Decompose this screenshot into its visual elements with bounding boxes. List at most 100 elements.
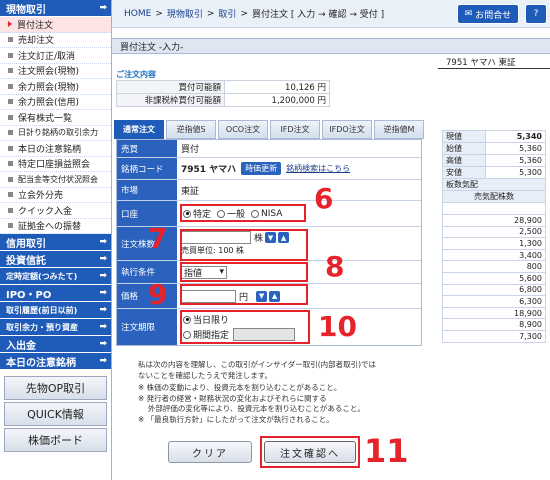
search-link[interactable]: 銘柄検索はこちら [286,163,350,174]
sidebar-item-quick-deposit[interactable]: クイック入金 [0,203,111,219]
sidebar-section-assets[interactable]: 取引余力・預り資産 ➡ [0,319,111,336]
disclaimer: 私は次の内容を理解し、この取引がインサイダー取引(内部者取引)では ないことを確… [138,360,377,424]
highlight-box-term [180,310,310,344]
help-button[interactable]: ? [525,4,547,24]
refresh-button[interactable]: 時価更新 [241,162,282,175]
bullet-icon [8,176,13,182]
breadcrumb-sep: > [206,8,215,19]
sidebar-item-sell-order[interactable]: 売却注文 [0,33,111,48]
bullet-icon [8,207,13,213]
row-code: 銘柄コード 7951 ヤマハ 時価更新 銘柄検索はこちら [117,158,421,180]
order-type-tabs: 通常注文 逆指値S OCO注文 IFD注文 IFDO注文 逆指値M [114,120,424,139]
sidebar-item-dividend[interactable]: 配当金等交付状況照会 [0,172,111,188]
arrow-right-icon: ➡ [99,356,107,366]
sidebar-section-caution[interactable]: 本日の注意銘柄 ➡ [0,353,111,370]
table-row: 18,900 [442,306,546,320]
table-row: 6,800 [442,283,546,297]
table-row: 1,300 [442,237,546,250]
sidebar-item-holdings[interactable]: 保有株式一覧 [0,110,111,126]
arrow-right-icon: ➡ [99,254,107,264]
sidebar-item-transfer[interactable]: 証拠金への振替 [0,219,111,234]
tab-stop-s[interactable]: 逆指値S [166,120,216,139]
breadcrumb-genbutsu[interactable]: 現物取引 [167,7,203,20]
stock-board-button[interactable]: 株価ボード [4,428,107,452]
tab-stop-m[interactable]: 逆指値M [374,120,424,139]
sidebar: 現物取引 ➡ 買付注文 売却注文 注文訂正/取消 注文照会(現物) 余力照会(現物… [0,0,112,480]
clear-button[interactable]: クリア [168,441,252,463]
table-row: 売気配株数 [442,190,546,203]
annotation-6: 6 [314,182,334,215]
table-row: 6,300 [442,295,546,308]
sidebar-item-tokutei[interactable]: 特定口座損益照会 [0,157,111,172]
sidebar-section-tsumitate[interactable]: 定時定額(つみたて) ➡ [0,268,111,285]
bullet-icon [8,83,13,89]
annotation-7: 7 [148,222,168,255]
table-row: 非課税枠買付可能額 1,200,000 円 [116,93,330,107]
bullet-icon [8,161,13,167]
breadcrumb-trade[interactable]: 取引 [218,7,236,20]
row-market: 市場 東証 [117,180,421,201]
breadcrumb-current: 買付注文 [ 入力 → 確認 → 受付 ] [251,10,385,20]
bullet-icon [8,114,13,120]
tab-oco[interactable]: OCO注文 [218,120,268,139]
contact-button[interactable]: ✉ お問合せ [457,4,519,24]
tab-normal[interactable]: 通常注文 [114,120,164,139]
highlight-box-price [180,284,308,305]
mail-icon: ✉ [464,9,473,19]
quote-header: 7951 ヤマハ 東証 [438,56,550,69]
sidebar-item-order-inquiry[interactable]: 注文照会(現物) [0,64,111,79]
table-row: 買付可能額 10,126 円 [116,80,330,94]
table-row: 現値 5,340 [442,130,547,143]
sidebar-section-deposit[interactable]: 入出金 ➡ [0,336,111,353]
bullet-icon [8,52,13,58]
triangle-icon [8,21,12,28]
sidebar-section-history[interactable]: 取引履歴(前日以前) ➡ [0,302,111,319]
highlight-box-exec [180,262,308,282]
table-row [442,202,546,215]
sidebar-item-order-correction[interactable]: 注文訂正/取消 [0,48,111,64]
table-row: 5,600 [442,271,546,285]
annotation-9: 9 [148,278,168,311]
quote-panel: 7951 ヤマハ 東証 [438,56,550,69]
sidebar-section-genbutsu[interactable]: 現物取引 ➡ [0,0,111,17]
bullet-icon [8,68,13,74]
confirm-button[interactable]: 注文確認へ [264,441,356,463]
arrow-right-icon: ➡ [99,288,107,298]
sidebar-item-offhours[interactable]: 立会外分売 [0,188,111,203]
arrow-right-icon: ➡ [99,305,107,315]
sidebar-item-margin-cash[interactable]: 余力照会(現物) [0,79,111,95]
breadcrumb-sep: > [155,8,163,19]
breadcrumb-sep: > [240,8,248,19]
table-row: 3,400 [442,248,546,262]
table-row: 7,300 [442,329,546,343]
quick-info-button[interactable]: QUICK情報 [4,402,107,426]
bullet-icon [8,223,13,229]
sidebar-item-margin-credit[interactable]: 余力照会(信用) [0,95,111,110]
arrow-right-icon: ➡ [99,3,107,13]
sidebar-section-ipo[interactable]: IPO・PO ➡ [0,285,111,302]
sidebar-section-fund[interactable]: 投資信託 ➡ [0,251,111,268]
table-row: 高値 5,360 [442,154,547,167]
sidebar-item-caution[interactable]: 本日の注意銘柄 [0,141,111,157]
bullet-icon [8,145,13,151]
content-title: ご注文内容 [116,70,156,79]
bullet-icon [8,37,13,43]
arrow-right-icon: ➡ [99,271,107,281]
arrow-right-icon: ➡ [99,237,107,247]
table-row: 安値 5,300 [442,166,547,179]
futures-options-button[interactable]: 先物OP取引 [4,376,107,400]
bullet-icon [8,99,13,105]
arrow-right-icon: ➡ [99,322,107,332]
tab-ifd[interactable]: IFD注文 [270,120,320,139]
breadcrumb-home[interactable]: HOME [124,9,151,19]
tab-ifdo[interactable]: IFDO注文 [322,120,372,139]
page-title: 買付注文 -入力- [112,38,550,54]
sidebar-section-credit[interactable]: 信用取引 ➡ [0,234,111,251]
annotation-11: 11 [364,432,409,470]
annotation-8: 8 [325,250,345,283]
table-row: 板数気配 [442,178,546,191]
code-value: 7951 ヤマハ [181,165,237,175]
sidebar-item-daytrade[interactable]: 日計り銘柄の取引余力 [0,126,111,141]
sidebar-item-buy-order[interactable]: 買付注文 [0,17,111,33]
